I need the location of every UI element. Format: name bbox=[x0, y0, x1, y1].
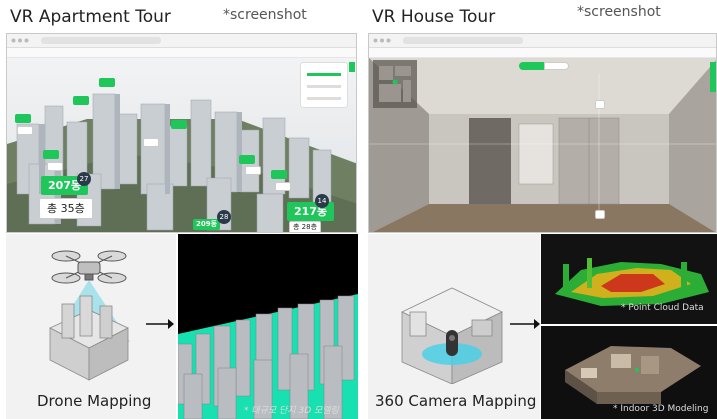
floor-count-35[interactable]: 총 35층 bbox=[39, 198, 93, 219]
building-tag[interactable] bbox=[17, 126, 33, 135]
house-screenshot-note: *screenshot bbox=[577, 4, 661, 20]
floor-plan-minimap[interactable] bbox=[373, 60, 417, 108]
arrow-right-icon bbox=[510, 319, 540, 329]
indoor-3d-model-panel: * Indoor 3D Modeling bbox=[541, 326, 717, 419]
building-tag[interactable] bbox=[171, 120, 187, 129]
apartment-tour-screenshot: 207동 27 총 35층 209동 28 217동 14 총 28층 bbox=[6, 33, 357, 233]
apartment-screenshot-note: *screenshot bbox=[223, 7, 307, 23]
building-tag[interactable] bbox=[239, 155, 255, 164]
building-tag[interactable] bbox=[43, 150, 59, 159]
point-cloud-panel: * Point Cloud Data bbox=[541, 234, 717, 324]
side-menu-button[interactable] bbox=[710, 62, 716, 92]
building-tag[interactable] bbox=[47, 162, 63, 171]
building-tag[interactable] bbox=[73, 96, 89, 105]
house-tour-screenshot bbox=[368, 33, 717, 233]
building-tag[interactable] bbox=[245, 166, 261, 175]
browser-address-bar bbox=[369, 34, 716, 48]
viewer-toolbar bbox=[369, 48, 716, 58]
building-label-209[interactable]: 209동 bbox=[193, 219, 221, 230]
browser-address-bar bbox=[7, 34, 356, 48]
drone-mapping-panel: Drone Mapping bbox=[6, 234, 176, 419]
city-3d-model-render bbox=[178, 234, 358, 419]
measurement-marker[interactable] bbox=[595, 210, 605, 219]
building-tag[interactable] bbox=[143, 138, 159, 147]
browser-url-field[interactable] bbox=[41, 37, 161, 44]
camera-mapping-illustration bbox=[401, 287, 503, 384]
building-number-badge: 28 bbox=[217, 210, 231, 224]
city-3d-model-panel: * 대규모 단지 3D 모델링 bbox=[178, 234, 358, 419]
building-tag[interactable] bbox=[15, 114, 31, 123]
view-mode-option-active[interactable] bbox=[519, 62, 544, 70]
point-cloud-note: * Point Cloud Data bbox=[621, 303, 704, 313]
building-tag[interactable] bbox=[99, 78, 115, 87]
building-tag[interactable] bbox=[271, 170, 287, 179]
indoor-model-note: * Indoor 3D Modeling bbox=[613, 404, 709, 414]
arrow-right-icon bbox=[146, 319, 174, 329]
camera-mapping-caption: 360 Camera Mapping bbox=[375, 392, 537, 410]
building-number-badge: 27 bbox=[77, 172, 91, 186]
viewer-toolbar bbox=[7, 48, 356, 58]
browser-url-field[interactable] bbox=[403, 37, 523, 44]
house-tour-title: VR House Tour bbox=[372, 7, 496, 27]
camera-mapping-panel: 360 Camera Mapping bbox=[368, 234, 540, 419]
layer-control-panel[interactable] bbox=[300, 62, 348, 108]
drone-mapping-illustration bbox=[49, 250, 130, 381]
menu-button[interactable] bbox=[349, 62, 355, 72]
view-mode-toggle[interactable] bbox=[519, 62, 569, 70]
drone-mapping-caption: Drone Mapping bbox=[37, 392, 152, 410]
measurement-marker[interactable] bbox=[595, 100, 605, 109]
city-model-note: * 대규모 단지 3D 모델링 bbox=[244, 406, 339, 416]
view-mode-option[interactable] bbox=[544, 62, 569, 70]
apartment-tour-title: VR Apartment Tour bbox=[10, 7, 171, 27]
floor-count-28[interactable]: 총 28층 bbox=[289, 221, 322, 232]
building-tag[interactable] bbox=[275, 182, 291, 191]
building-number-badge: 14 bbox=[315, 194, 329, 208]
